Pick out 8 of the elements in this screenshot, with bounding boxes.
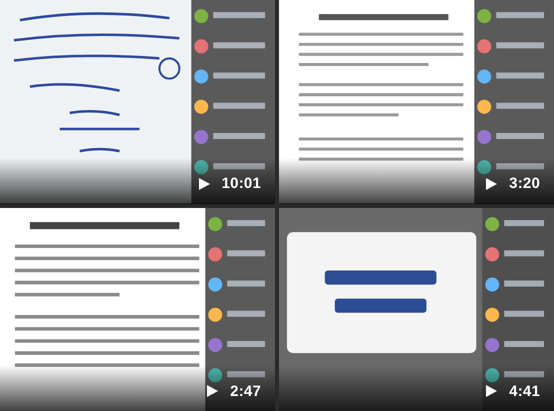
play-icon[interactable] bbox=[207, 385, 218, 397]
video-duration: 4:41 bbox=[509, 382, 540, 400]
play-icon[interactable] bbox=[198, 178, 210, 190]
video-duration: 2:47 bbox=[230, 382, 261, 400]
video-duration: 10:01 bbox=[222, 175, 261, 192]
play-icon[interactable] bbox=[486, 178, 498, 190]
video-duration: 3:20 bbox=[509, 175, 540, 192]
play-icon[interactable] bbox=[486, 385, 498, 397]
